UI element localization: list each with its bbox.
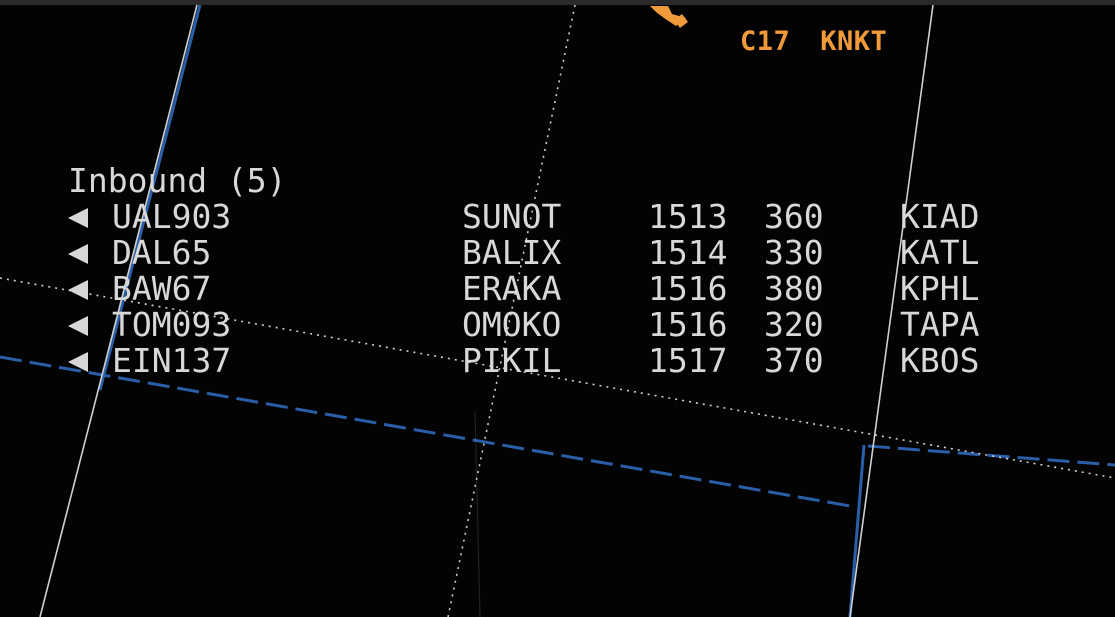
- destination: KIAD: [900, 197, 980, 236]
- callsign[interactable]: DAL65: [112, 235, 211, 271]
- grid-line: [474, 411, 481, 617]
- entry-fix: OMOKO: [462, 305, 562, 344]
- entry-time: 1517: [648, 341, 728, 380]
- entry-time: 1514: [648, 233, 728, 272]
- inbound-row[interactable]: BAW67 ERAKA 1516 380 KPHL: [68, 271, 979, 307]
- altitude: 330: [764, 233, 824, 272]
- fix-label-group: C17 KNKT: [740, 26, 887, 57]
- airway-boundary-line: [867, 444, 1115, 467]
- destination: TAPA: [900, 305, 980, 344]
- triangle-left-icon[interactable]: [68, 244, 88, 264]
- entry-time: 1516: [648, 305, 728, 344]
- altitude: 380: [764, 269, 824, 308]
- inbound-row[interactable]: UAL903 SUNOT 1513 360 KIAD: [68, 199, 979, 235]
- triangle-left-icon[interactable]: [68, 316, 88, 336]
- fix-label-c17[interactable]: C17: [740, 26, 790, 57]
- entry-time: 1516: [648, 269, 728, 308]
- entry-time: 1513: [648, 197, 728, 236]
- altitude: 360: [764, 197, 824, 236]
- entry-fix: SUNOT: [462, 197, 562, 236]
- radar-display[interactable]: C17 KNKT Inbound (5) UAL903 SUNOT 1513 36…: [0, 0, 1115, 617]
- inbound-list-header[interactable]: Inbound (5): [68, 163, 287, 199]
- inbound-row[interactable]: TOM093 OMOKO 1516 320 TAPA: [68, 307, 979, 343]
- altitude: 320: [764, 305, 824, 344]
- triangle-left-icon[interactable]: [68, 352, 88, 372]
- triangle-left-icon[interactable]: [68, 280, 88, 300]
- callsign[interactable]: EIN137: [112, 343, 231, 379]
- inbound-list: Inbound (5) UAL903 SUNOT 1513 360 KIAD D…: [68, 163, 979, 379]
- inbound-row[interactable]: EIN137 PIKIL 1517 370 KBOS: [68, 343, 979, 379]
- destination: KPHL: [900, 269, 980, 308]
- fix-label-knkt[interactable]: KNKT: [820, 26, 887, 57]
- callsign[interactable]: BAW67: [112, 271, 211, 307]
- altitude: 370: [764, 341, 824, 380]
- entry-fix: PIKIL: [462, 341, 562, 380]
- aircraft-icon[interactable]: [650, 6, 688, 28]
- entry-fix: ERAKA: [462, 269, 562, 308]
- callsign[interactable]: UAL903: [112, 199, 231, 235]
- destination: KBOS: [900, 341, 980, 380]
- callsign[interactable]: TOM093: [112, 307, 231, 343]
- triangle-left-icon[interactable]: [68, 208, 88, 228]
- entry-fix: BALIX: [462, 233, 562, 272]
- inbound-row[interactable]: DAL65 BALIX 1514 330 KATL: [68, 235, 979, 271]
- destination: KATL: [900, 233, 980, 272]
